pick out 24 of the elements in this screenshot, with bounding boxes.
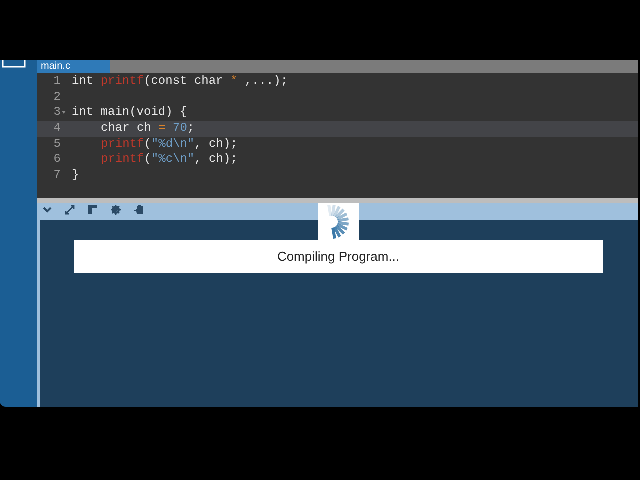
line-number: 3 — [54, 105, 61, 122]
settings-icon[interactable] — [111, 205, 121, 215]
code-line: char ch = 70; — [101, 121, 195, 137]
chevron-down-icon[interactable] — [43, 207, 52, 213]
expand-icon[interactable] — [65, 205, 75, 215]
code-editor[interactable]: 1 int printf(const char * ,...); 2 3 int main(void) { 4 char ch = 70; 5 printf("%d\n", ch); 6 printf("%c\n", ch); 7 } — [37, 73, 638, 198]
fold-icon[interactable] — [62, 111, 66, 116]
code-line: printf("%c\n", ch); — [101, 152, 238, 168]
line-number: 7 — [54, 168, 61, 184]
file-tab[interactable]: main.c — [37, 60, 110, 73]
line-number: 1 — [54, 74, 61, 90]
code-line: printf("%d\n", ch); — [101, 136, 238, 152]
clipboard-icon[interactable] — [134, 205, 144, 215]
line-number: 6 — [54, 152, 61, 168]
code-line: int printf(const char * ,...); — [72, 74, 288, 90]
line-number: 2 — [54, 90, 61, 106]
status-message: Compiling Program... — [277, 248, 400, 266]
layout-icon[interactable] — [88, 205, 98, 215]
code-line: int main(void) { — [72, 105, 188, 122]
code-line: } — [72, 168, 80, 184]
line-number: 5 — [54, 136, 61, 152]
window-icon — [2, 60, 26, 68]
line-number: 4 — [54, 121, 61, 137]
spinner-icon — [326, 204, 351, 240]
